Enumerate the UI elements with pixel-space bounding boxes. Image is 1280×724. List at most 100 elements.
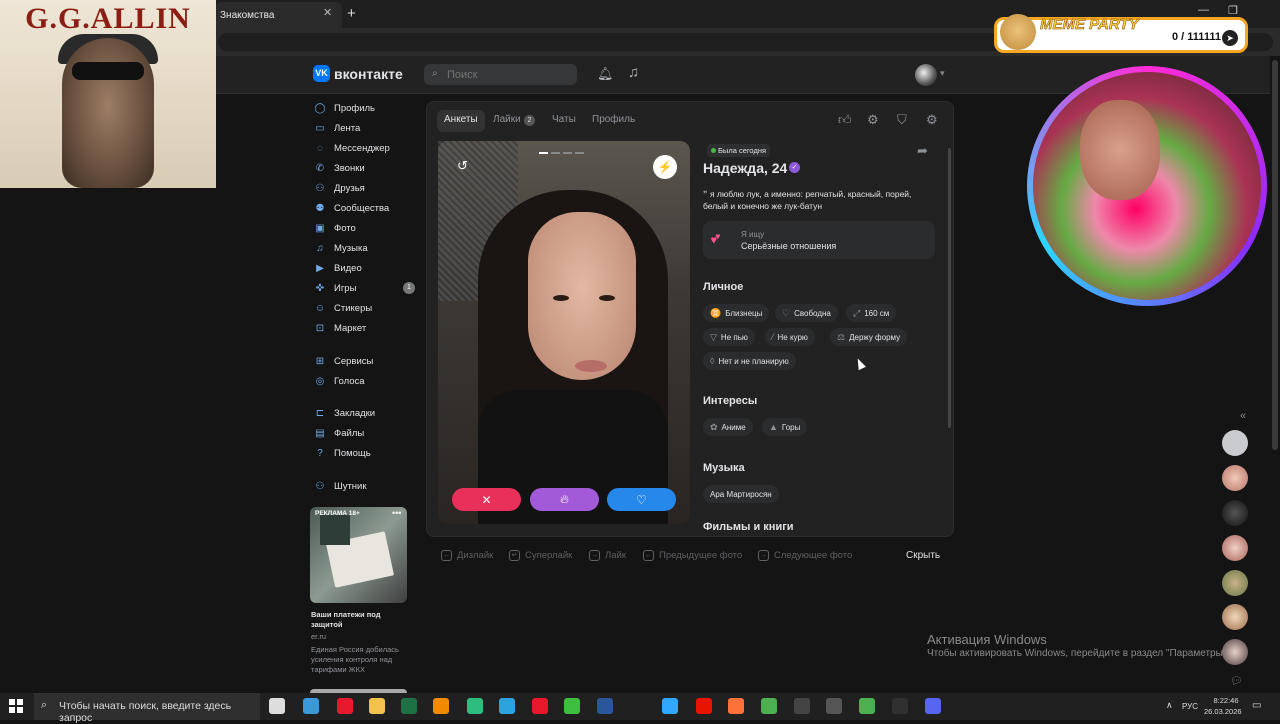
tab-likes[interactable]: Лайки <box>493 114 521 128</box>
word-icon[interactable] <box>597 698 613 714</box>
shield-icon[interactable]: ⛉ <box>897 112 907 128</box>
search-input[interactable] <box>424 64 577 85</box>
chrome-alt-icon[interactable] <box>859 698 875 714</box>
telegram-icon[interactable] <box>499 698 515 714</box>
sidebar-item-feed[interactable]: ▭ Лента <box>314 118 360 138</box>
thumbs-up-icon[interactable]: 👍︎ <box>838 112 852 128</box>
yandex-icon[interactable] <box>696 698 712 714</box>
ad-domain[interactable]: er.ru <box>311 632 326 641</box>
friend-avatar[interactable] <box>1222 535 1248 561</box>
search-icon: ⌕ <box>432 68 438 79</box>
tray-language[interactable]: РУС <box>1182 702 1198 711</box>
personal-chip-label: Не пью <box>720 332 748 342</box>
excel-icon[interactable] <box>401 698 417 714</box>
tab-chats[interactable]: Чаты <box>552 114 576 128</box>
taskbar-search[interactable]: Чтобы начать поиск, введите здесь запрос <box>34 693 260 724</box>
hint-item: ← Дизлайк <box>441 550 493 561</box>
obs-icon[interactable] <box>794 698 810 714</box>
personal-chip-label: Свободна <box>794 308 831 318</box>
tab-profile[interactable]: Профиль <box>592 114 635 128</box>
personal-chip: ◊ Нет и не планирую <box>703 352 796 370</box>
notifications-bell-icon[interactable]: 🔔︎ <box>597 66 614 82</box>
sidebar-item-video[interactable]: ▶ Видео <box>314 258 362 278</box>
user-avatar[interactable] <box>915 64 937 86</box>
friend-avatar[interactable] <box>1222 430 1248 456</box>
communities-icon: ⚉ <box>315 202 325 214</box>
like-button[interactable]: ♡ <box>607 488 676 511</box>
personal-chip: ♡ Свободна <box>775 304 838 322</box>
online-status-text: Была сегодня <box>718 146 767 155</box>
photoshop-icon[interactable] <box>662 698 678 714</box>
folder-icon[interactable] <box>369 698 385 714</box>
opera-icon[interactable] <box>337 698 353 714</box>
key-icon: ↵ <box>509 550 520 561</box>
ad-title[interactable]: Ваши платежи под защитой <box>311 610 411 630</box>
sidebar-item-market[interactable]: ⊡ Маркет <box>314 318 366 338</box>
games-icon: ✜ <box>315 282 325 294</box>
close-tab-icon[interactable]: ✕ <box>323 6 332 19</box>
friend-avatar[interactable] <box>1222 500 1248 526</box>
ad-image[interactable] <box>310 507 407 603</box>
hint-item: ← Предыдущее фото <box>643 550 742 561</box>
collapse-rail-icon[interactable]: « <box>1240 410 1246 422</box>
sidebar-item-friends[interactable]: ⚇ Друзья <box>314 178 365 198</box>
vk-logo-text[interactable]: вконтакте <box>334 66 403 82</box>
app-green-icon[interactable] <box>467 698 483 714</box>
ad-menu-icon[interactable]: ••• <box>392 508 401 518</box>
chat-bubble-icon[interactable]: 💬︎ <box>1230 676 1243 687</box>
settings-gear-icon[interactable]: ⚙ <box>926 112 938 128</box>
tray-date[interactable]: 26.03.2026 <box>1204 707 1242 716</box>
vk-logo-icon[interactable]: VK <box>313 65 330 82</box>
tray-time[interactable]: 8:22:46 <box>1211 696 1241 705</box>
ad-description[interactable]: Единая Россия добилась усиления контроля… <box>311 645 411 675</box>
boost-lightning-icon[interactable]: ⚡ <box>653 155 677 179</box>
chrome-icon[interactable] <box>761 698 777 714</box>
undo-icon[interactable]: ↺ <box>457 158 468 174</box>
sidebar-item-stickers[interactable]: ☺ Стикеры <box>314 298 372 318</box>
sidebar-item-services[interactable]: ⊞ Сервисы <box>314 351 374 371</box>
terminal-icon[interactable] <box>564 698 580 714</box>
firefox-icon[interactable] <box>728 698 744 714</box>
friend-avatar[interactable] <box>1222 570 1248 596</box>
notification-center-icon[interactable]: ▭ <box>1252 700 1261 711</box>
photo-icon: ▣ <box>315 222 325 234</box>
hide-hints-button[interactable]: Скрыть <box>906 550 940 561</box>
app-gray-icon[interactable] <box>826 698 842 714</box>
share-icon[interactable]: ➦ <box>917 143 928 159</box>
sidebar-item-votes[interactable]: ◎ Голоса <box>314 371 365 391</box>
overlay-title: G.G.ALLIN <box>25 2 191 35</box>
sidebar-item-games[interactable]: ✜ Игры <box>314 278 357 298</box>
minimize-icon[interactable]: — <box>1198 4 1209 16</box>
windows-start-icon[interactable] <box>9 699 23 713</box>
maximize-icon[interactable]: ❐ <box>1228 4 1238 17</box>
photo-pager[interactable] <box>539 152 584 154</box>
filters-icon[interactable]: ⚙︎ <box>867 112 879 128</box>
sidebar-item-bookmark[interactable]: ⊏ Закладки <box>314 403 375 423</box>
task-view-icon[interactable] <box>269 698 285 714</box>
page-scrollbar[interactable] <box>1272 60 1278 450</box>
opera-red-icon[interactable] <box>532 698 548 714</box>
sidebar-item-music[interactable]: ♫ Музыка <box>314 238 367 258</box>
tray-expand-icon[interactable]: ∧ <box>1166 700 1173 711</box>
profile-scrollbar[interactable] <box>948 148 951 428</box>
dislike-button[interactable]: ✕ <box>452 488 521 511</box>
sidebar-item-help[interactable]: ? Помощь <box>314 443 370 463</box>
superlike-button[interactable]: 🔥︎ <box>530 488 599 511</box>
sidebar-item-user-circle[interactable]: ◯ Профиль <box>314 98 375 118</box>
sidebar-item-phone[interactable]: ✆ Звонки <box>314 158 365 178</box>
new-tab-button[interactable]: + <box>347 5 356 22</box>
sidebar-item-photo[interactable]: ▣ Фото <box>314 218 356 238</box>
sidebar-item-communities[interactable]: ⚉ Сообщества <box>314 198 390 218</box>
music-player-icon[interactable]: ♫ <box>628 64 639 81</box>
app-dark-icon[interactable] <box>892 698 908 714</box>
explorer-window-icon[interactable] <box>303 698 319 714</box>
tab-ankety[interactable]: Анкеты <box>437 110 485 132</box>
sidebar-item-files[interactable]: ▤ Файлы <box>314 423 364 443</box>
friend-avatar[interactable] <box>1222 604 1248 630</box>
sidebar-item-message[interactable]: ◌ Мессенджер <box>314 138 390 158</box>
discord-icon[interactable] <box>925 698 941 714</box>
friend-avatar[interactable] <box>1222 465 1248 491</box>
sidebar-item-joker[interactable]: ⚇ Шутник <box>314 476 367 496</box>
chevron-down-icon[interactable]: ▾ <box>940 68 945 79</box>
vlc-icon[interactable] <box>433 698 449 714</box>
